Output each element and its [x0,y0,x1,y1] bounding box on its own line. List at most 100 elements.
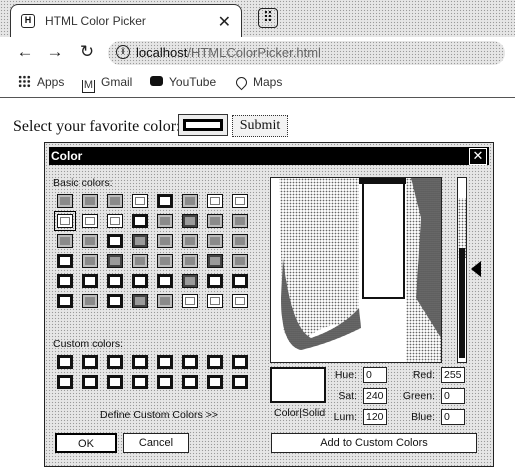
custom-color-swatch[interactable] [82,375,98,389]
luminosity-pointer-icon[interactable] [471,261,481,277]
blue-field[interactable]: 0 [441,409,465,425]
bookmark-gmail[interactable]: M Gmail [82,75,133,93]
cancel-button[interactable]: Cancel [123,433,189,453]
custom-color-swatch[interactable] [107,355,123,369]
basic-color-swatch[interactable] [157,274,173,288]
basic-color-swatch[interactable] [132,214,148,228]
basic-color-swatch[interactable] [107,214,123,228]
submit-button[interactable]: Submit [232,115,288,137]
maps-pin-icon [233,74,250,91]
custom-color-swatch[interactable] [157,375,173,389]
page-favicon-icon: H [21,14,35,28]
basic-color-swatch[interactable] [157,214,173,228]
define-custom-colors-button[interactable]: Define Custom Colors >> [53,405,265,425]
basic-color-swatch[interactable] [132,234,148,248]
basic-color-swatch[interactable] [107,234,123,248]
custom-color-swatch[interactable] [132,375,148,389]
basic-color-swatch[interactable] [57,294,73,308]
basic-color-swatch[interactable] [82,194,98,208]
basic-color-swatch[interactable] [107,274,123,288]
basic-color-swatch[interactable] [182,214,198,228]
reload-icon[interactable]: ↻ [76,41,98,63]
basic-color-swatch[interactable] [232,294,248,308]
basic-color-swatch[interactable] [82,294,98,308]
bookmark-youtube[interactable]: YouTube [150,75,216,91]
custom-color-swatch[interactable] [132,355,148,369]
basic-color-swatch[interactable] [132,194,148,208]
bookmark-label: Gmail [101,75,133,89]
color-spectrum[interactable] [270,177,442,363]
basic-color-swatch[interactable] [82,274,98,288]
custom-color-swatch[interactable] [182,375,198,389]
basic-color-swatch[interactable] [157,294,173,308]
custom-color-swatch[interactable] [82,355,98,369]
basic-colors-grid [54,194,248,308]
lum-label: Lum: [333,411,357,423]
basic-color-swatch[interactable] [132,294,148,308]
basic-color-swatch[interactable] [132,274,148,288]
custom-color-swatch[interactable] [232,375,248,389]
basic-color-swatch[interactable] [57,274,73,288]
basic-color-swatch[interactable] [57,194,73,208]
dialog-title-bar[interactable]: Color ✕ [49,147,489,165]
basic-color-swatch[interactable] [54,211,76,231]
sat-field[interactable]: 240 [363,388,387,404]
forward-icon[interactable]: → [44,41,66,63]
luminosity-bar[interactable] [457,177,467,363]
basic-color-swatch[interactable] [132,254,148,268]
basic-color-swatch[interactable] [82,214,98,228]
bookmark-maps[interactable]: Maps [233,74,282,91]
basic-color-swatch[interactable] [157,194,173,208]
basic-color-swatch[interactable] [182,194,198,208]
basic-color-swatch[interactable] [107,194,123,208]
basic-color-swatch[interactable] [232,214,248,228]
address-bar[interactable]: i localhost/HTMLColorPicker.html [108,41,505,65]
custom-color-swatch[interactable] [232,355,248,369]
basic-color-swatch[interactable] [182,274,198,288]
basic-color-swatch[interactable] [232,254,248,268]
basic-color-swatch[interactable] [182,294,198,308]
basic-color-swatch[interactable] [232,194,248,208]
basic-color-swatch[interactable] [57,234,73,248]
basic-color-swatch[interactable] [207,254,223,268]
basic-color-swatch[interactable] [82,254,98,268]
bookmark-label: YouTube [169,75,217,89]
site-info-icon[interactable]: i [116,45,130,59]
navigation-bar: ← → ↻ i localhost/HTMLColorPicker.html [0,37,515,69]
custom-color-swatch[interactable] [107,375,123,389]
back-icon[interactable]: ← [14,41,36,63]
ok-button[interactable]: OK [55,433,117,453]
basic-color-swatch[interactable] [182,234,198,248]
custom-color-swatch[interactable] [207,375,223,389]
browser-tab[interactable]: H HTML Color Picker ✕ [10,4,242,37]
basic-color-swatch[interactable] [207,234,223,248]
bookmark-apps[interactable]: Apps [18,75,64,91]
color-input[interactable] [178,114,228,136]
basic-color-swatch[interactable] [107,294,123,308]
custom-color-swatch[interactable] [57,375,73,389]
basic-color-swatch[interactable] [157,254,173,268]
dialog-close-icon[interactable]: ✕ [469,148,487,165]
basic-color-swatch[interactable] [207,214,223,228]
basic-color-swatch[interactable] [207,194,223,208]
new-tab-icon[interactable]: ⠿ [258,8,278,28]
basic-color-swatch[interactable] [107,254,123,268]
basic-color-swatch[interactable] [57,254,73,268]
green-field[interactable]: 0 [441,388,465,404]
basic-color-swatch[interactable] [207,274,223,288]
basic-color-swatch[interactable] [182,254,198,268]
lum-field[interactable]: 120 [363,409,387,425]
custom-color-swatch[interactable] [182,355,198,369]
hue-field[interactable]: 0 [363,367,387,383]
custom-color-swatch[interactable] [207,355,223,369]
custom-color-swatch[interactable] [57,355,73,369]
custom-color-swatch[interactable] [157,355,173,369]
basic-color-swatch[interactable] [232,234,248,248]
basic-color-swatch[interactable] [157,234,173,248]
basic-color-swatch[interactable] [232,274,248,288]
close-tab-icon[interactable]: ✕ [218,12,231,32]
basic-color-swatch[interactable] [207,294,223,308]
add-to-custom-colors-button[interactable]: Add to Custom Colors [271,433,477,453]
red-field[interactable]: 255 [441,367,465,383]
basic-color-swatch[interactable] [82,234,98,248]
